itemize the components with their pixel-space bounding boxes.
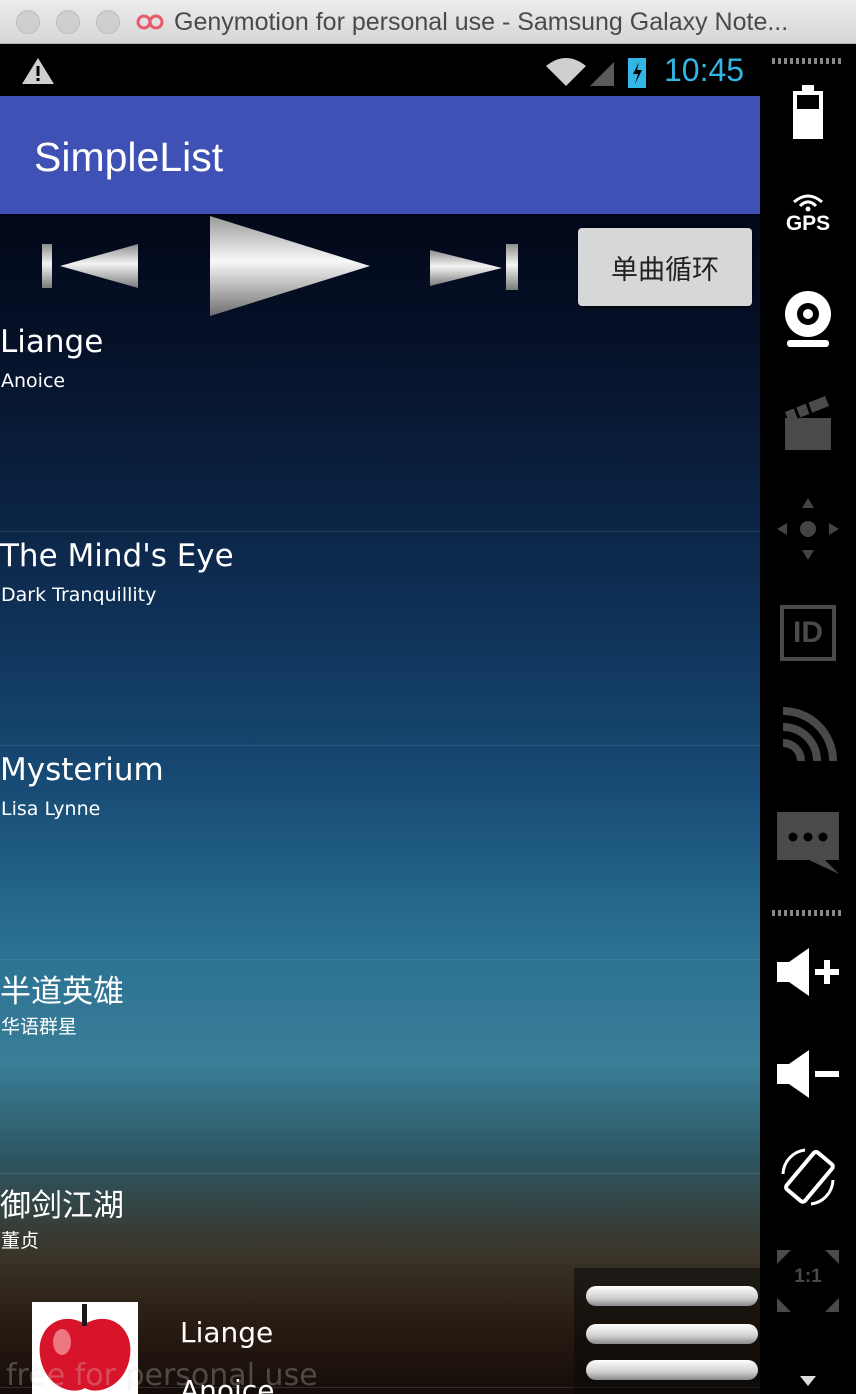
now-playing-bar[interactable]: Liange Anoice free for personal use [0, 1268, 760, 1394]
genymotion-logo-icon [136, 14, 164, 30]
song-list: Liange Anoice The Mind's Eye Dark Tranqu… [0, 318, 760, 1388]
watermark: free for personal use [6, 1358, 318, 1393]
song-title: 半道英雄 [0, 974, 124, 1010]
close-window-button[interactable] [16, 10, 40, 34]
player-controls: 单曲循环 [0, 214, 760, 324]
list-item[interactable]: 半道英雄 华语群星 [0, 960, 760, 1174]
sidebar-grip [772, 910, 844, 916]
battery-icon [793, 85, 823, 139]
song-artist: Lisa Lynne [1, 798, 101, 820]
next-track-icon[interactable] [430, 242, 524, 292]
volume-up-icon [777, 948, 839, 996]
volume-up-button[interactable] [772, 942, 844, 1002]
gps-label: GPS [785, 212, 831, 235]
minimize-window-button[interactable] [56, 10, 80, 34]
song-artist: 董贞 [1, 1230, 40, 1252]
app-bar: SimpleList [0, 96, 760, 214]
device-screen: 10:45 SimpleList 单曲循环 Liange Anoice The … [0, 44, 760, 1394]
rotate-button[interactable] [772, 1142, 844, 1212]
window-title-bar: Genymotion for personal use - Samsung Ga… [0, 0, 856, 44]
message-icon [777, 812, 839, 874]
song-title: 御剑江湖 [0, 1188, 124, 1224]
volume-down-button[interactable] [772, 1044, 844, 1104]
wifi-icon [546, 58, 586, 86]
list-item[interactable]: The Mind's Eye Dark Tranquillity [0, 532, 760, 746]
ratio-label: 1:1 [794, 1266, 822, 1287]
previous-track-icon[interactable] [42, 242, 140, 290]
remote-control-widget-button[interactable] [772, 704, 844, 768]
webcam-icon [785, 291, 831, 347]
song-artist: Anoice [1, 370, 66, 392]
window-title: Genymotion for personal use - Samsung Ga… [174, 8, 789, 36]
sms-widget-button[interactable] [772, 808, 844, 878]
main-content: 单曲循环 Liange Anoice The Mind's Eye Dark T… [0, 214, 760, 1394]
playlist-menu-icon[interactable] [574, 1268, 760, 1394]
id-icon: ID [780, 605, 836, 661]
dpad-widget-button[interactable] [772, 494, 844, 564]
app-title: SimpleList [34, 134, 224, 180]
play-icon[interactable] [206, 214, 372, 318]
sidebar-grip [772, 58, 844, 64]
emulator-sidebar: GPS ID 1:1 [760, 44, 856, 1394]
volume-down-icon [777, 1050, 839, 1098]
zoom-window-button[interactable] [96, 10, 120, 34]
gps-signal-icon [793, 194, 823, 212]
pixel-perfect-button[interactable]: 1:1 [772, 1244, 844, 1318]
webcam-widget-button[interactable] [772, 288, 844, 352]
play-mode-button[interactable]: 单曲循环 [578, 228, 752, 306]
status-clock: 10:45 [664, 52, 745, 88]
gps-widget-button[interactable]: GPS [772, 188, 844, 240]
cell-signal-icon [590, 62, 614, 86]
broadcast-icon [782, 707, 837, 762]
song-title: Liange [0, 324, 104, 360]
song-artist: Dark Tranquillity [1, 584, 157, 606]
song-title: The Mind's Eye [0, 538, 234, 574]
dpad-icon [777, 498, 839, 560]
rotate-screen-icon [781, 1148, 835, 1206]
list-item[interactable]: Liange Anoice [0, 318, 760, 532]
battery-widget-button[interactable] [772, 82, 844, 144]
status-bar: 10:45 [0, 44, 760, 96]
device-id-widget-button[interactable]: ID [772, 600, 844, 666]
screencast-widget-button[interactable] [772, 390, 844, 454]
signal-icons [546, 58, 646, 88]
warning-icon [22, 58, 54, 84]
chevron-down-icon[interactable] [800, 1376, 816, 1386]
id-label: ID [793, 616, 823, 649]
now-playing-title: Liange [180, 1316, 274, 1349]
list-item[interactable]: Mysterium Lisa Lynne [0, 746, 760, 960]
song-artist: 华语群星 [1, 1016, 78, 1038]
clapperboard-icon [785, 396, 831, 450]
song-title: Mysterium [0, 752, 164, 788]
